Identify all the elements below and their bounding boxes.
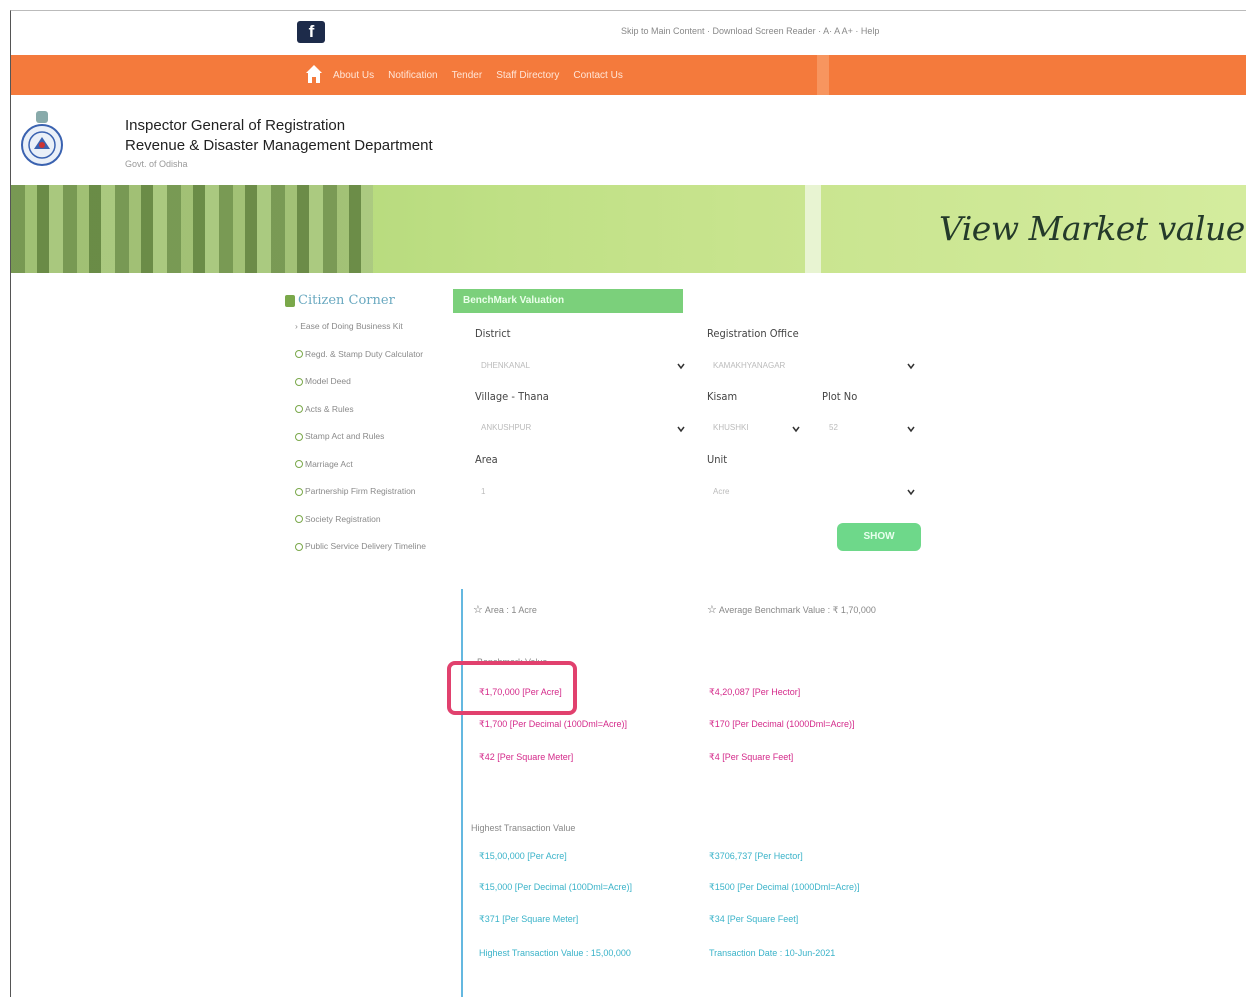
chevron-down-icon[interactable]	[792, 425, 800, 433]
transaction-date: Transaction Date : 10-Jun-2021	[709, 948, 836, 958]
highest-per-sq-meter: ₹371 [Per Square Meter]	[479, 914, 579, 924]
home-icon[interactable]	[305, 64, 323, 84]
registration-office-select[interactable]: KAMAKHYANAGAR	[713, 357, 785, 375]
sidebar-item-society-registration[interactable]: Society Registration	[295, 514, 426, 542]
plot-no-label: Plot No	[822, 390, 858, 403]
bullet-icon	[295, 542, 303, 551]
sidebar-item-label: Model Deed	[305, 376, 351, 386]
department-name: Revenue & Disaster Management Department	[125, 137, 433, 154]
area-input[interactable]: 1	[481, 483, 485, 501]
sidebar-item-label: Stamp Act and Rules	[305, 431, 385, 441]
sidebar-item-stamp-act[interactable]: Stamp Act and Rules	[295, 431, 426, 459]
bullet-icon	[295, 515, 303, 524]
highest-per-hector: ₹3706,737 [Per Hector]	[709, 851, 803, 861]
bullet-icon	[295, 487, 303, 496]
citizen-corner-heading: Citizen Corner	[285, 293, 395, 308]
highest-transaction-value: Highest Transaction Value : 15,00,000	[479, 948, 631, 958]
highest-per-decimal: ₹15,000 [Per Decimal (100Dml=Acre)]	[479, 882, 633, 892]
site-title: Inspector General of Registration	[125, 117, 346, 134]
sidebar-item-label: Public Service Delivery Timeline	[305, 541, 426, 551]
unit-label: Unit	[707, 453, 728, 466]
village-thana-select[interactable]: ANKUSHPUR	[481, 419, 531, 437]
nav-item-staff-directory[interactable]: Staff Directory	[496, 70, 559, 81]
results-divider	[461, 589, 463, 997]
nav-item-about-us[interactable]: About Us	[333, 70, 374, 81]
area-label: Area	[475, 453, 498, 466]
highlight-box	[447, 661, 577, 715]
govt-name: Govt. of Odisha	[125, 159, 188, 169]
chevron-down-icon[interactable]	[907, 362, 915, 370]
district-select[interactable]: DHENKANAL	[481, 357, 530, 375]
bullet-icon	[295, 405, 303, 414]
sidebar-item-label: Regd. & Stamp Duty Calculator	[305, 348, 424, 359]
area-summary: ☆ Area : 1 Acre	[473, 603, 537, 616]
site-header: Inspector General of Registration Revenu…	[11, 95, 1246, 185]
highest-per-decimal-1000: ₹1500 [Per Decimal (1000Dml=Acre)]	[709, 882, 860, 892]
highest-per-acre: ₹15,00,000 [Per Acre]	[479, 851, 567, 861]
top-bar: f Skip to Main Content · Download Screen…	[11, 11, 1246, 55]
plot-no-select[interactable]: 52	[829, 419, 838, 437]
kisam-label: Kisam	[707, 390, 738, 403]
page-frame: f Skip to Main Content · Download Screen…	[10, 10, 1246, 997]
benchmark-per-sq-feet: ₹4 [Per Square Feet]	[709, 752, 794, 762]
sidebar-item-ease-of-business[interactable]: › Ease of Doing Business Kit	[295, 321, 426, 349]
odisha-emblem-icon[interactable]	[19, 109, 65, 167]
sidebar-item-public-service[interactable]: Public Service Delivery Timeline	[295, 541, 426, 569]
star-icon: ☆	[707, 604, 717, 616]
highest-per-sq-feet: ₹34 [Per Square Feet]	[709, 914, 799, 924]
bullet-icon	[295, 432, 303, 441]
accessibility-links[interactable]: Skip to Main Content · Download Screen R…	[621, 26, 879, 36]
sidebar-item-acts-rules[interactable]: Acts & Rules	[295, 404, 426, 432]
nav-item-tender[interactable]: Tender	[452, 70, 483, 81]
main-nav: About Us Notification Tender Staff Direc…	[11, 55, 1246, 95]
district-label: District	[475, 327, 511, 340]
bullet-icon	[295, 350, 303, 359]
average-benchmark-summary: ☆ Average Benchmark Value : ₹ 1,70,000	[707, 603, 876, 616]
sidebar-item-partnership-firm[interactable]: Partnership Firm Registration	[295, 486, 426, 514]
chevron-down-icon[interactable]	[677, 362, 685, 370]
banner-people-image	[11, 185, 373, 273]
unit-select[interactable]: Acre	[713, 483, 729, 501]
sidebar-item-label: Society Registration	[305, 513, 381, 524]
benchmark-per-decimal-1000: ₹170 [Per Decimal (1000Dml=Acre)]	[709, 719, 855, 729]
chevron-down-icon[interactable]	[907, 425, 915, 433]
benchmark-per-sq-meter: ₹42 [Per Square Meter]	[479, 752, 574, 762]
sidebar-item-model-deed[interactable]: Model Deed	[295, 376, 426, 404]
sidebar-item-label: Acts & Rules	[305, 403, 354, 414]
registration-office-label: Registration Office	[707, 327, 799, 340]
benchmark-per-decimal: ₹1,700 [Per Decimal (100Dml=Acre)]	[479, 719, 628, 729]
chevron-down-icon[interactable]	[677, 425, 685, 433]
village-thana-label: Village - Thana	[475, 390, 549, 403]
nav-item-contact-us[interactable]: Contact Us	[573, 70, 622, 81]
sidebar-item-stamp-duty-calculator[interactable]: Regd. & Stamp Duty Calculator	[295, 349, 426, 377]
citizen-icon	[285, 294, 295, 307]
sidebar-item-label: Ease of Doing Business Kit	[300, 321, 403, 331]
star-icon: ☆	[473, 604, 483, 616]
highest-transaction-heading: Highest Transaction Value	[471, 823, 576, 833]
sidebar-item-label: Partnership Firm Registration	[305, 486, 416, 496]
sidebar-item-label: Marriage Act	[305, 458, 353, 469]
average-benchmark-text: Average Benchmark Value : ₹ 1,70,000	[718, 605, 876, 615]
banner-divider	[805, 185, 821, 273]
show-button[interactable]: SHOW	[837, 523, 921, 551]
tab-benchmark-valuation[interactable]: BenchMark Valuation	[453, 289, 683, 313]
nav-item-notification[interactable]: Notification	[388, 70, 437, 81]
bullet-icon	[295, 377, 303, 386]
social-media-icon[interactable]: f	[297, 21, 325, 43]
bullet-icon	[295, 460, 303, 469]
citizen-corner-label: Citizen Corner	[298, 293, 395, 308]
page-banner: View Market value	[11, 185, 1246, 273]
benchmark-per-hector: ₹4,20,087 [Per Hector]	[709, 687, 801, 697]
chevron-down-icon[interactable]	[907, 488, 915, 496]
citizen-corner-menu: › Ease of Doing Business Kit Regd. & Sta…	[295, 321, 426, 569]
nav-divider	[817, 55, 829, 95]
kisam-select[interactable]: KHUSHKI	[713, 419, 749, 437]
area-summary-text: Area : 1 Acre	[484, 605, 537, 615]
sidebar-item-marriage-act[interactable]: Marriage Act	[295, 459, 426, 487]
page-title: View Market value	[939, 209, 1245, 248]
